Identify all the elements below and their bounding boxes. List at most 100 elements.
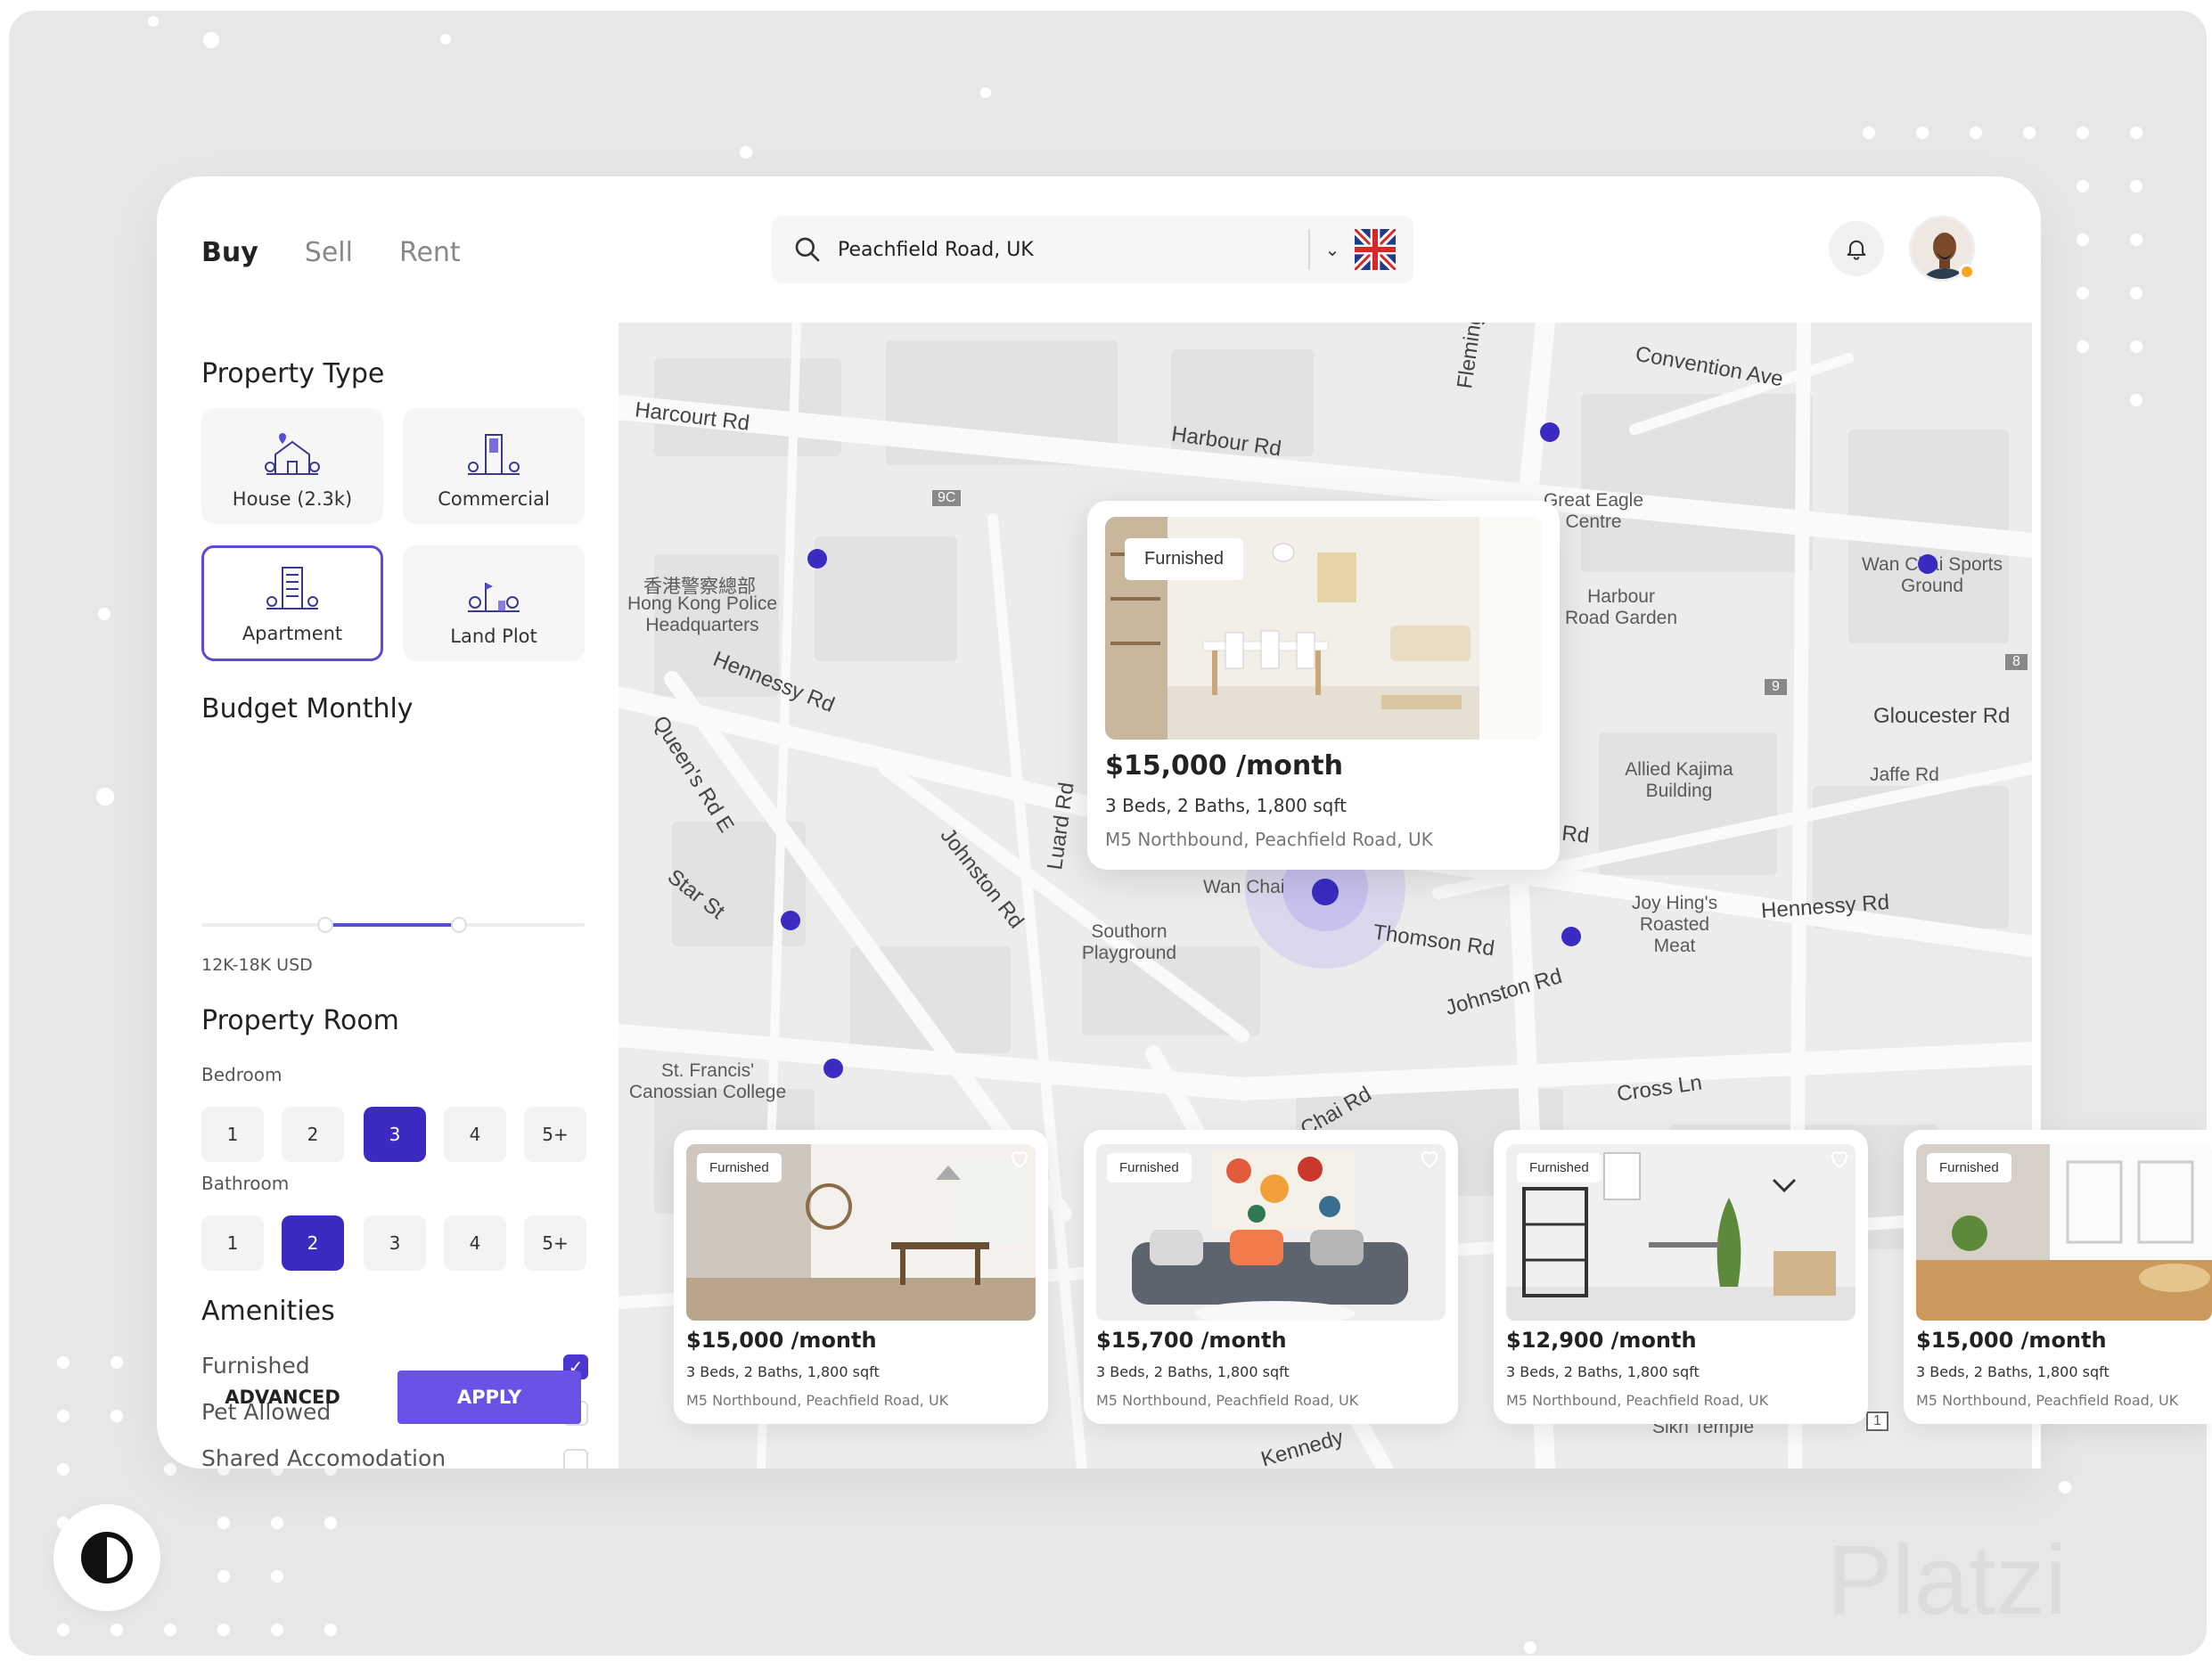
property-type-land-plot[interactable]: Land Plot: [403, 545, 585, 661]
heart-icon[interactable]: [1417, 1146, 1442, 1171]
advanced-button[interactable]: ADVANCED: [201, 1371, 364, 1424]
decor-dot: [148, 16, 159, 27]
budget-slider-range: [326, 923, 460, 927]
listing-price: $15,000 /month: [1916, 1328, 2107, 1353]
property-room-title: Property Room: [201, 1005, 399, 1036]
decor-dot: [740, 146, 752, 159]
listing-specs: 3 Beds, 2 Baths, 1,800 sqft: [1916, 1363, 2110, 1380]
decor-dot: [2130, 233, 2142, 246]
map-label: Hong Kong Police Headquarters: [627, 593, 778, 635]
decor-dot: [57, 1356, 70, 1369]
decor-dot: [1970, 127, 1982, 139]
amenities-title: Amenities: [201, 1296, 335, 1327]
decor-dot: [2130, 394, 2142, 406]
property-type-label: Commercial: [438, 488, 550, 510]
map-label: Gloucester Rd: [1873, 704, 2011, 728]
decor-dot: [111, 1356, 123, 1369]
map-label: Jaffe Rd: [1870, 765, 1939, 785]
decor-dot: [111, 1410, 123, 1422]
listing-address: M5 Northbound, Peachfield Road, UK: [1506, 1392, 1769, 1409]
decor-dot: [2130, 180, 2142, 192]
bathroom-option-3[interactable]: 3: [364, 1215, 426, 1271]
listing-price: $15,000 /month: [686, 1328, 877, 1353]
map-label: Joy Hing's Roasted Meat: [1631, 893, 1718, 956]
map-pin[interactable]: [1561, 927, 1581, 946]
decor-dot: [57, 1463, 70, 1476]
heart-icon[interactable]: [1007, 1146, 1032, 1171]
tab-buy[interactable]: Buy: [201, 237, 258, 268]
budget-range-value: 12K-18K USD: [201, 955, 313, 975]
decor-dot: [203, 32, 219, 48]
bedroom-option-5plus[interactable]: 5+: [524, 1107, 586, 1162]
decor-dot: [980, 87, 991, 98]
amenity-shared-checkbox[interactable]: [563, 1449, 588, 1469]
decor-dot: [2130, 340, 2142, 353]
search-icon: [795, 237, 820, 262]
decor-dot: [2023, 127, 2036, 139]
platzi-watermark: Platzi: [1827, 1526, 2067, 1635]
listing-card[interactable]: Furnished $12,900 /month 3 Beds, 2 Baths…: [1494, 1130, 1868, 1424]
filter-sidebar: Property Type House (2.3k) Commercial Ap…: [157, 328, 627, 1469]
theme-toggle-button[interactable]: [53, 1504, 160, 1611]
theme-toggle-icon: [81, 1532, 133, 1583]
status-indicator: [1959, 264, 1975, 280]
decor-dot: [2077, 180, 2089, 192]
property-type-house[interactable]: House (2.3k): [201, 408, 383, 524]
map-pin[interactable]: [1540, 422, 1560, 442]
listing-card[interactable]: Furnished $15,000 /month 3 Beds, 2 Baths…: [674, 1130, 1048, 1424]
map-pin[interactable]: [781, 911, 800, 930]
bedroom-option-1[interactable]: 1: [201, 1107, 264, 1162]
uk-flag-icon[interactable]: [1355, 229, 1396, 270]
decor-dot: [2077, 233, 2089, 246]
budget-slider-min-handle[interactable]: [317, 917, 333, 933]
amenity-shared-label: Shared Accomodation: [201, 1445, 446, 1469]
bathroom-option-1[interactable]: 1: [201, 1215, 264, 1271]
property-type-commercial[interactable]: Commercial: [403, 408, 585, 524]
chevron-down-icon[interactable]: ⌄: [1310, 239, 1355, 260]
listing-card[interactable]: Furnished $15,700 /month 3 Beds, 2 Baths…: [1084, 1130, 1458, 1424]
bedroom-option-4[interactable]: 4: [444, 1107, 506, 1162]
map-pin-selected[interactable]: [1312, 879, 1339, 905]
map-route-marker: 1: [1866, 1411, 1888, 1431]
property-type-label: House (2.3k): [232, 488, 353, 510]
budget-slider[interactable]: [201, 917, 585, 933]
featured-listing-popup[interactable]: Furnished $15,000 /month 3 Beds, 2 Baths…: [1087, 501, 1560, 870]
decor-dot: [440, 34, 451, 45]
apply-button[interactable]: APPLY: [397, 1371, 581, 1424]
heart-icon[interactable]: [1827, 1146, 1852, 1171]
decor-dot: [57, 1410, 70, 1422]
decor-dot: [217, 1624, 230, 1636]
map-pin[interactable]: [807, 549, 827, 569]
decor-dot: [57, 1624, 70, 1636]
decor-dot: [271, 1517, 283, 1529]
map-pin[interactable]: [823, 1059, 843, 1078]
listing-card[interactable]: Furnished $15,000 /month 3 Beds, 2 Baths…: [1904, 1130, 2212, 1424]
bedroom-option-3[interactable]: 3: [364, 1107, 426, 1162]
listing-price: $15,700 /month: [1096, 1328, 1287, 1353]
listing-specs: 3 Beds, 2 Baths, 1,800 sqft: [1096, 1363, 1290, 1380]
bathroom-option-5plus[interactable]: 5+: [524, 1215, 586, 1271]
property-type-label: Land Plot: [450, 626, 537, 647]
map-label: Southorn Playground: [1081, 921, 1177, 963]
decor-dot: [2130, 287, 2142, 299]
furnished-badge: Furnished: [1107, 1153, 1192, 1182]
decor-dot: [271, 1570, 283, 1583]
notifications-button[interactable]: [1829, 221, 1884, 276]
location-search-bar[interactable]: Peachfield Road, UK ⌄: [772, 216, 1413, 283]
bedroom-option-2[interactable]: 2: [282, 1107, 344, 1162]
map-route-marker: 9C: [932, 490, 962, 506]
decor-dot: [111, 1624, 123, 1636]
budget-slider-max-handle[interactable]: [451, 917, 467, 933]
listing-specs: 3 Beds, 2 Baths, 1,800 sqft: [1105, 795, 1347, 816]
property-type-apartment[interactable]: Apartment: [201, 545, 383, 661]
bathroom-option-4[interactable]: 4: [444, 1215, 506, 1271]
tab-rent[interactable]: Rent: [399, 237, 461, 268]
bathroom-option-2[interactable]: 2: [282, 1215, 344, 1271]
house-icon: [265, 433, 320, 475]
decor-dot: [324, 1517, 337, 1529]
search-input[interactable]: Peachfield Road, UK: [838, 239, 1308, 261]
tab-sell[interactable]: Sell: [305, 237, 353, 268]
map-pin[interactable]: [1918, 554, 1938, 574]
furnished-badge: Furnished: [697, 1153, 782, 1182]
listing-price: $15,000 /month: [1105, 750, 1343, 781]
